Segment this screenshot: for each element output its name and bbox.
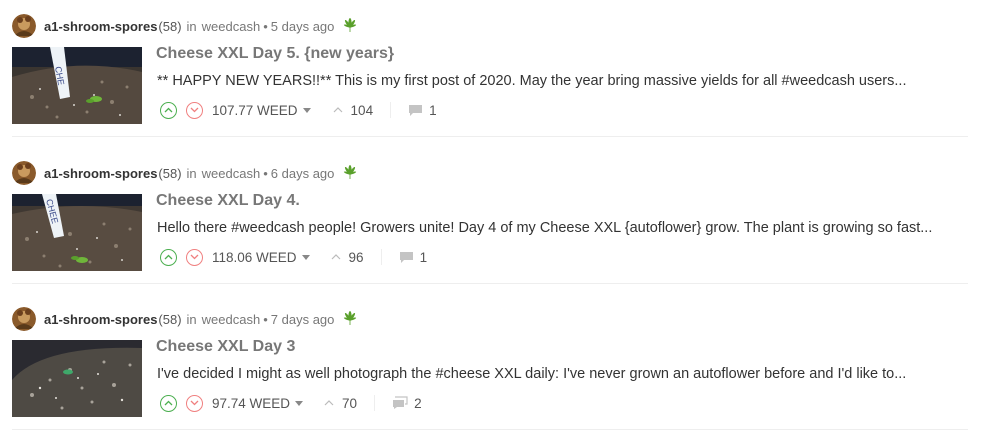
- caret-down-icon: [295, 400, 304, 406]
- post-footer: 107.77 WEED 104 1: [160, 101, 437, 119]
- community-link[interactable]: weedcash: [202, 312, 261, 327]
- downvote-button[interactable]: [186, 248, 203, 266]
- post-title[interactable]: Cheese XXL Day 5. {new years}: [156, 45, 394, 63]
- post-item: a1-shroom-spores (58) in weedcash • 6 da…: [0, 147, 999, 285]
- post-title[interactable]: Cheese XXL Day 4.: [156, 192, 300, 210]
- downvote-button[interactable]: [186, 394, 203, 412]
- comments-link[interactable]: 1: [399, 249, 428, 265]
- post-time[interactable]: 5 days ago: [271, 19, 335, 34]
- votes-value: 104: [350, 102, 374, 118]
- avatar[interactable]: [12, 14, 36, 38]
- post-header: a1-shroom-spores (58) in weedcash • 7 da…: [12, 307, 358, 331]
- votes-count[interactable]: 104: [333, 102, 374, 118]
- avatar[interactable]: [12, 161, 36, 185]
- post-thumbnail[interactable]: CHE: [12, 47, 142, 124]
- post-divider: [12, 136, 968, 137]
- avatar[interactable]: [12, 307, 36, 331]
- upvote-button[interactable]: [160, 248, 177, 266]
- post-excerpt[interactable]: ** HAPPY NEW YEARS!!** This is my first …: [157, 73, 957, 89]
- cannabis-leaf-icon: [342, 165, 358, 181]
- comments-value: 1: [419, 249, 428, 265]
- payout-value: 118.06 WEED: [212, 249, 297, 265]
- community-link[interactable]: weedcash: [202, 166, 261, 181]
- author-link[interactable]: a1-shroom-spores: [44, 166, 157, 181]
- upvote-button[interactable]: [160, 101, 177, 119]
- post-divider: [12, 429, 968, 430]
- post-footer: 97.74 WEED 70 2: [160, 394, 422, 412]
- caret-down-icon: [301, 254, 310, 260]
- in-label: in: [186, 165, 197, 181]
- cannabis-leaf-icon: [342, 311, 358, 327]
- in-label: in: [186, 18, 197, 34]
- payout-dropdown[interactable]: 107.77 WEED: [212, 103, 311, 118]
- chevron-down-circle-icon: [190, 107, 199, 113]
- post-divider: [12, 283, 968, 284]
- chevron-up-icon: [333, 107, 342, 113]
- chevron-up-circle-icon: [164, 254, 173, 260]
- author-link[interactable]: a1-shroom-spores: [44, 19, 157, 34]
- comment-bubble-icon: [399, 251, 413, 263]
- post-footer: 118.06 WEED 96 1: [160, 248, 427, 266]
- post-title[interactable]: Cheese XXL Day 3: [156, 338, 295, 356]
- chevron-up-circle-icon: [164, 400, 173, 406]
- downvote-button[interactable]: [186, 101, 203, 119]
- chevron-down-circle-icon: [190, 254, 199, 260]
- payout-dropdown[interactable]: 97.74 WEED: [212, 395, 304, 411]
- post-excerpt[interactable]: I've decided I might as well photograph …: [157, 366, 957, 382]
- comments-value: 2: [414, 395, 422, 411]
- post-time[interactable]: 6 days ago: [271, 166, 335, 181]
- author-reputation: (58): [158, 311, 182, 327]
- in-label: in: [186, 311, 197, 327]
- votes-value: 70: [342, 395, 358, 411]
- cannabis-leaf-icon: [342, 18, 358, 34]
- votes-value: 96: [348, 249, 364, 265]
- upvote-button[interactable]: [160, 394, 177, 412]
- divider: [374, 395, 376, 411]
- chevron-down-circle-icon: [190, 400, 199, 406]
- chevron-up-icon: [324, 400, 334, 406]
- payout-value: 97.74 WEED: [212, 395, 291, 411]
- post-header: a1-shroom-spores (58) in weedcash • 6 da…: [12, 161, 358, 185]
- post-time[interactable]: 7 days ago: [271, 312, 335, 327]
- author-reputation: (58): [158, 18, 182, 34]
- comment-bubble-icon: [393, 396, 408, 409]
- post-thumbnail[interactable]: [12, 340, 142, 417]
- community-link[interactable]: weedcash: [202, 19, 261, 34]
- comments-link[interactable]: 1: [408, 103, 437, 118]
- chevron-up-circle-icon: [164, 107, 173, 113]
- post-header: a1-shroom-spores (58) in weedcash • 5 da…: [12, 14, 358, 38]
- divider: [324, 102, 325, 118]
- author-link[interactable]: a1-shroom-spores: [44, 312, 157, 327]
- votes-count[interactable]: 70: [324, 396, 357, 411]
- divider: [390, 102, 392, 118]
- votes-count[interactable]: 96: [331, 250, 364, 265]
- bullet-separator: •: [263, 18, 268, 34]
- comment-bubble-icon: [409, 104, 423, 116]
- post-excerpt[interactable]: Hello there #weedcash people! Growers un…: [157, 220, 957, 236]
- payout-value: 107.77 WEED: [212, 102, 298, 118]
- bullet-separator: •: [263, 311, 268, 327]
- chevron-up-icon: [331, 254, 340, 260]
- divider: [380, 249, 382, 265]
- bullet-separator: •: [263, 165, 268, 181]
- post-thumbnail[interactable]: CHEE: [12, 194, 142, 271]
- caret-down-icon: [302, 107, 311, 113]
- payout-dropdown[interactable]: 118.06 WEED: [212, 250, 310, 265]
- post-item: a1-shroom-spores (58) in weedcash • 7 da…: [0, 293, 999, 431]
- post-item: a1-shroom-spores (58) in weedcash • 5 da…: [0, 0, 999, 138]
- author-reputation: (58): [158, 165, 182, 181]
- comments-value: 1: [429, 102, 437, 118]
- comments-link[interactable]: 2: [392, 396, 422, 411]
